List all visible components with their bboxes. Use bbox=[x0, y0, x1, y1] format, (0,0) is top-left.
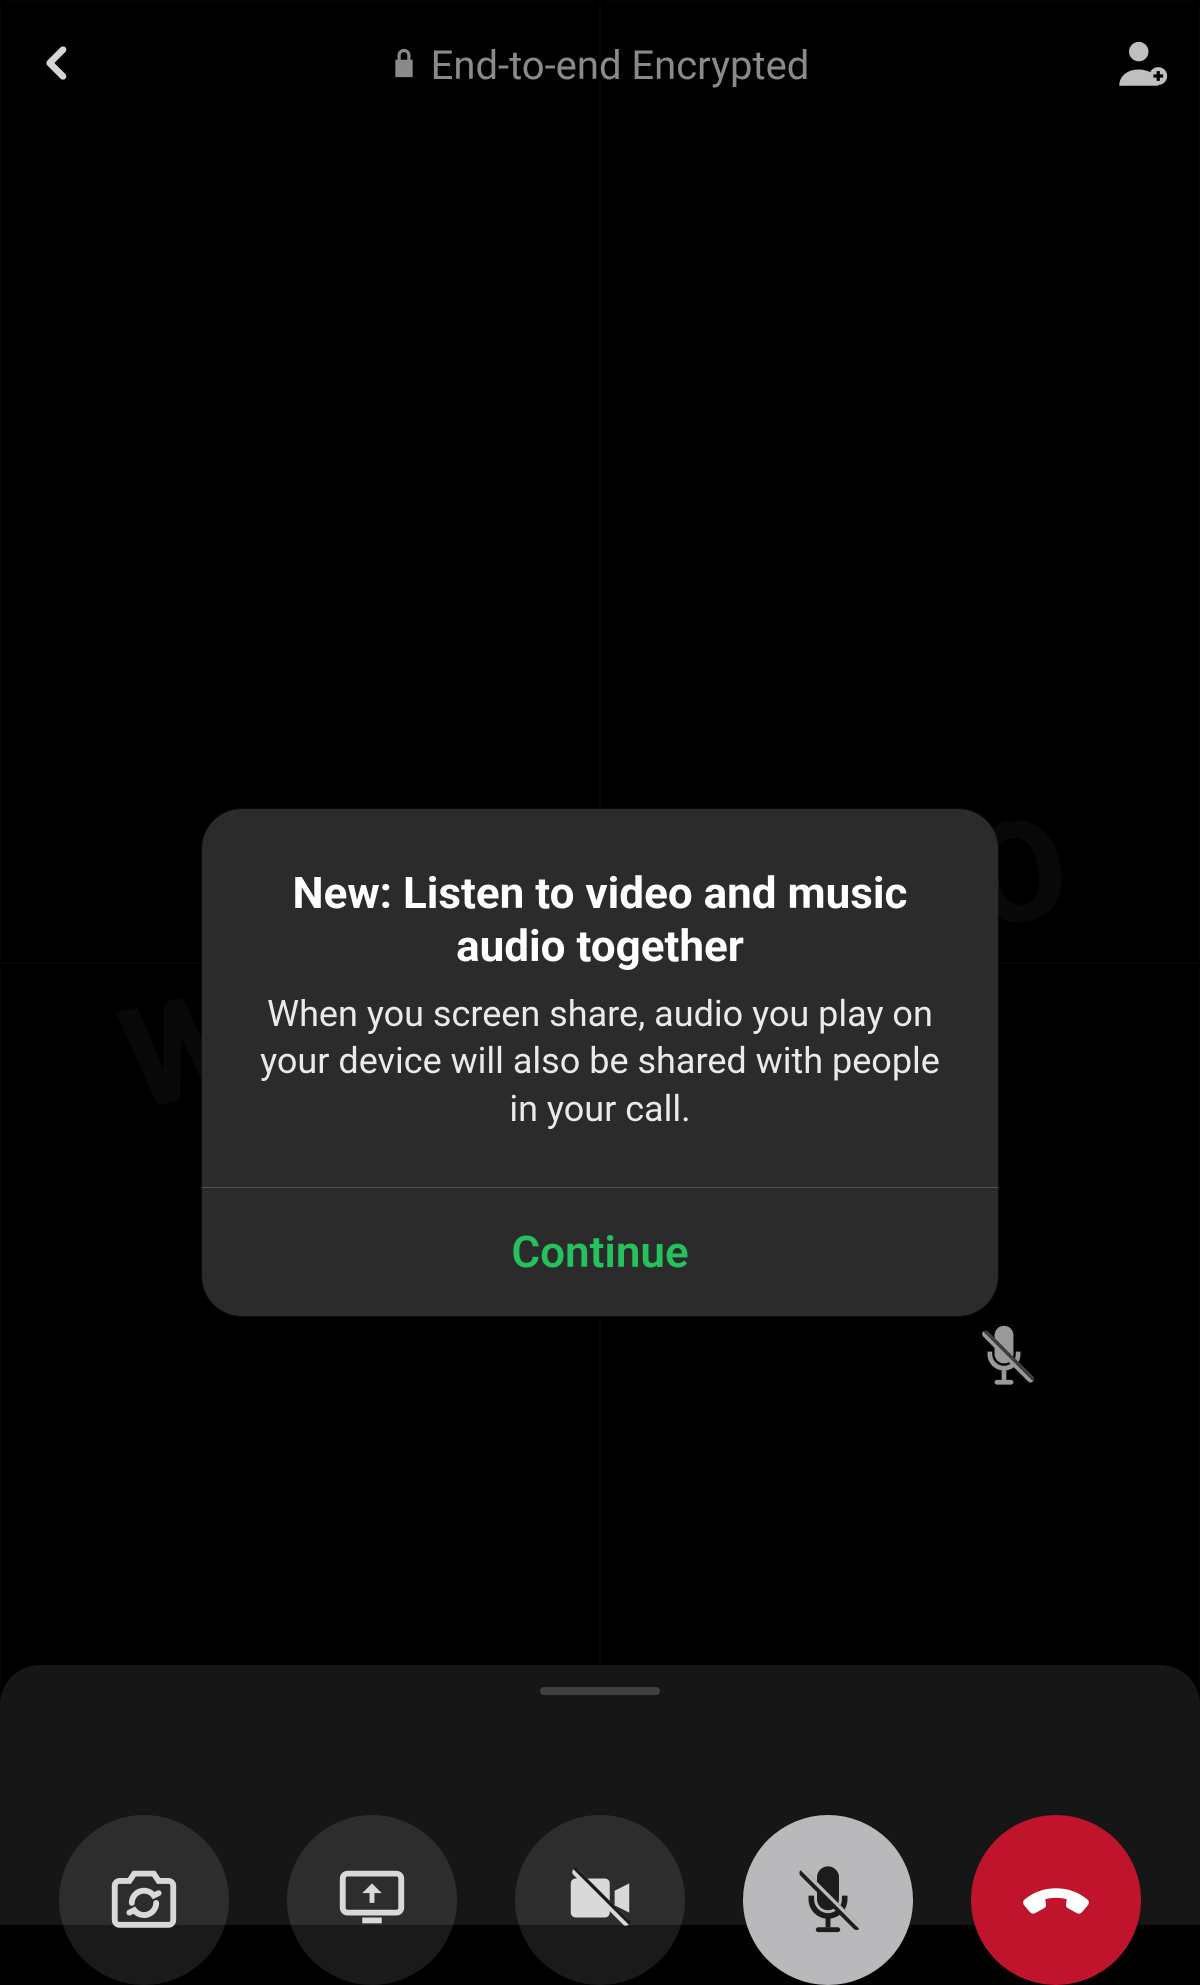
video-call-screen: WABETAINFO End-to-end Encrypted bbox=[0, 0, 1200, 1925]
feature-announcement-modal: New: Listen to video and music audio tog… bbox=[202, 809, 998, 1316]
continue-button[interactable]: Continue bbox=[202, 1188, 998, 1316]
modal-body-text: When you screen share, audio you play on… bbox=[252, 991, 948, 1134]
modal-title: New: Listen to video and music audio tog… bbox=[252, 867, 948, 973]
feature-modal-backdrop: New: Listen to video and music audio tog… bbox=[0, 0, 1200, 1925]
